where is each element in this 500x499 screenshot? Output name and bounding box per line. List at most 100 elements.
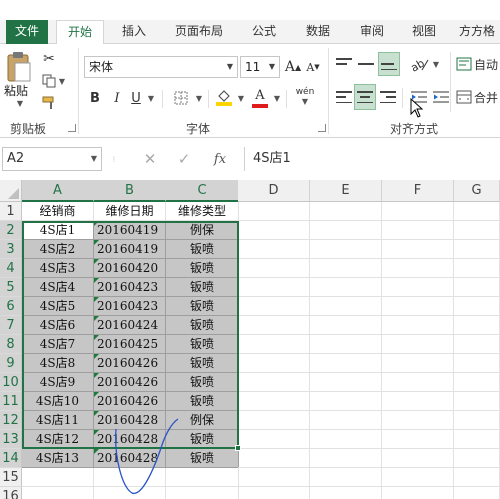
cell-e12[interactable] bbox=[310, 411, 382, 430]
align-bottom-button[interactable] bbox=[378, 52, 400, 76]
paste-dropdown[interactable]: ▼ bbox=[14, 98, 26, 108]
cell-f7[interactable] bbox=[382, 316, 454, 335]
cell-g11[interactable] bbox=[454, 392, 500, 411]
cell-d6[interactable] bbox=[238, 297, 310, 316]
cell-d16[interactable] bbox=[238, 487, 310, 499]
cell-g14[interactable] bbox=[454, 449, 500, 468]
copy-dropdown[interactable]: ▼ bbox=[58, 74, 66, 88]
phonetic-guide-button[interactable]: wén ▼ bbox=[292, 84, 318, 110]
row-header-4[interactable]: 4 bbox=[0, 259, 22, 278]
cell-g6[interactable] bbox=[454, 297, 500, 316]
cell-b9[interactable]: 20160426 bbox=[94, 354, 166, 373]
cell-f15[interactable] bbox=[382, 468, 454, 487]
increase-indent-button[interactable] bbox=[430, 86, 452, 108]
cell-f3[interactable] bbox=[382, 240, 454, 259]
align-top-button[interactable] bbox=[334, 54, 354, 74]
copy-icon[interactable] bbox=[40, 72, 58, 90]
cell-c3[interactable]: 钣喷 bbox=[166, 240, 239, 259]
cell-g7[interactable] bbox=[454, 316, 500, 335]
format-painter-icon[interactable] bbox=[40, 94, 58, 112]
cell-a14[interactable]: 4S店13 bbox=[22, 449, 94, 468]
cell-c5[interactable]: 钣喷 bbox=[166, 278, 239, 297]
borders-dropdown[interactable]: ▼ bbox=[194, 88, 204, 108]
font-size-select[interactable]: 11 ▼ bbox=[240, 56, 280, 78]
cell-a13[interactable]: 4S店12 bbox=[22, 430, 94, 449]
cell-c6[interactable]: 钣喷 bbox=[166, 297, 239, 316]
cell-g13[interactable] bbox=[454, 430, 500, 449]
tab-home[interactable]: 开始 bbox=[56, 20, 104, 45]
enter-icon[interactable]: ✓ bbox=[174, 149, 194, 169]
cell-e8[interactable] bbox=[310, 335, 382, 354]
cell-b4[interactable]: 20160420 bbox=[94, 259, 166, 278]
tab-file[interactable]: 文件 bbox=[6, 20, 48, 44]
cell-f4[interactable] bbox=[382, 259, 454, 278]
cell-e10[interactable] bbox=[310, 373, 382, 392]
cell-g10[interactable] bbox=[454, 373, 500, 392]
cell-b2[interactable]: 20160419 bbox=[94, 221, 166, 240]
cell-a8[interactable]: 4S店7 bbox=[22, 335, 94, 354]
cell-b7[interactable]: 20160424 bbox=[94, 316, 166, 335]
shrink-font-button[interactable]: A ▼ bbox=[304, 56, 322, 78]
cell-g16[interactable] bbox=[454, 487, 500, 499]
cell-g9[interactable] bbox=[454, 354, 500, 373]
tab-fangfangge[interactable]: 方方格 bbox=[454, 20, 500, 44]
cell-b8[interactable]: 20160425 bbox=[94, 335, 166, 354]
cell-d7[interactable] bbox=[238, 316, 310, 335]
cell-g3[interactable] bbox=[454, 240, 500, 259]
cell-d14[interactable] bbox=[238, 449, 310, 468]
cell-c10[interactable]: 钣喷 bbox=[166, 373, 239, 392]
clipboard-launcher-icon[interactable] bbox=[68, 124, 76, 132]
row-header-10[interactable]: 10 bbox=[0, 373, 22, 392]
cell-d13[interactable] bbox=[238, 430, 310, 449]
cell-c2[interactable]: 例保 bbox=[166, 221, 239, 240]
row-header-13[interactable]: 13 bbox=[0, 430, 22, 449]
cell-e7[interactable] bbox=[310, 316, 382, 335]
grow-font-button[interactable]: A ▲ bbox=[284, 56, 302, 78]
cell-a12[interactable]: 4S店11 bbox=[22, 411, 94, 430]
row-header-1[interactable]: 1 bbox=[0, 202, 22, 221]
align-right-button[interactable] bbox=[378, 86, 398, 108]
align-middle-button[interactable] bbox=[356, 54, 376, 74]
cell-b6[interactable]: 20160423 bbox=[94, 297, 166, 316]
align-center-button[interactable] bbox=[354, 84, 376, 110]
tab-review[interactable]: 审阅 bbox=[350, 20, 394, 44]
cell-e11[interactable] bbox=[310, 392, 382, 411]
cell-f14[interactable] bbox=[382, 449, 454, 468]
cell-b3[interactable]: 20160419 bbox=[94, 240, 166, 259]
tab-insert[interactable]: 插入 bbox=[112, 20, 156, 44]
cell-f6[interactable] bbox=[382, 297, 454, 316]
font-color-dropdown[interactable]: ▼ bbox=[272, 88, 282, 108]
column-header-a[interactable]: A bbox=[22, 180, 94, 202]
column-header-g[interactable]: G bbox=[454, 180, 500, 202]
row-header-3[interactable]: 3 bbox=[0, 240, 22, 259]
cell-b10[interactable]: 20160426 bbox=[94, 373, 166, 392]
formula-input[interactable]: 4S店1 bbox=[244, 147, 500, 171]
align-left-button[interactable] bbox=[334, 86, 354, 108]
row-header-2[interactable]: 2 bbox=[0, 221, 22, 240]
column-header-e[interactable]: E bbox=[310, 180, 382, 202]
cell-d9[interactable] bbox=[238, 354, 310, 373]
cell-a11[interactable]: 4S店10 bbox=[22, 392, 94, 411]
cell-d12[interactable] bbox=[238, 411, 310, 430]
column-header-d[interactable]: D bbox=[238, 180, 310, 202]
wrap-text-button[interactable]: 自动 bbox=[456, 52, 500, 76]
cell-f11[interactable] bbox=[382, 392, 454, 411]
cell-a4[interactable]: 4S店3 bbox=[22, 259, 94, 278]
row-header-14[interactable]: 14 bbox=[0, 449, 22, 468]
cell-g8[interactable] bbox=[454, 335, 500, 354]
cell-a6[interactable]: 4S店5 bbox=[22, 297, 94, 316]
cell-c9[interactable]: 钣喷 bbox=[166, 354, 239, 373]
cell-f12[interactable] bbox=[382, 411, 454, 430]
bold-button[interactable]: B bbox=[86, 88, 104, 108]
cell-f16[interactable] bbox=[382, 487, 454, 499]
cell-d3[interactable] bbox=[238, 240, 310, 259]
cell-e9[interactable] bbox=[310, 354, 382, 373]
cell-d1[interactable] bbox=[238, 202, 310, 221]
column-header-f[interactable]: F bbox=[382, 180, 454, 202]
row-header-16[interactable]: 16 bbox=[0, 487, 22, 499]
cell-a10[interactable]: 4S店9 bbox=[22, 373, 94, 392]
font-name-select[interactable]: 宋体 ▼ bbox=[84, 56, 238, 78]
merge-center-button[interactable]: 合并 bbox=[456, 86, 500, 108]
cell-g15[interactable] bbox=[454, 468, 500, 487]
row-header-6[interactable]: 6 bbox=[0, 297, 22, 316]
